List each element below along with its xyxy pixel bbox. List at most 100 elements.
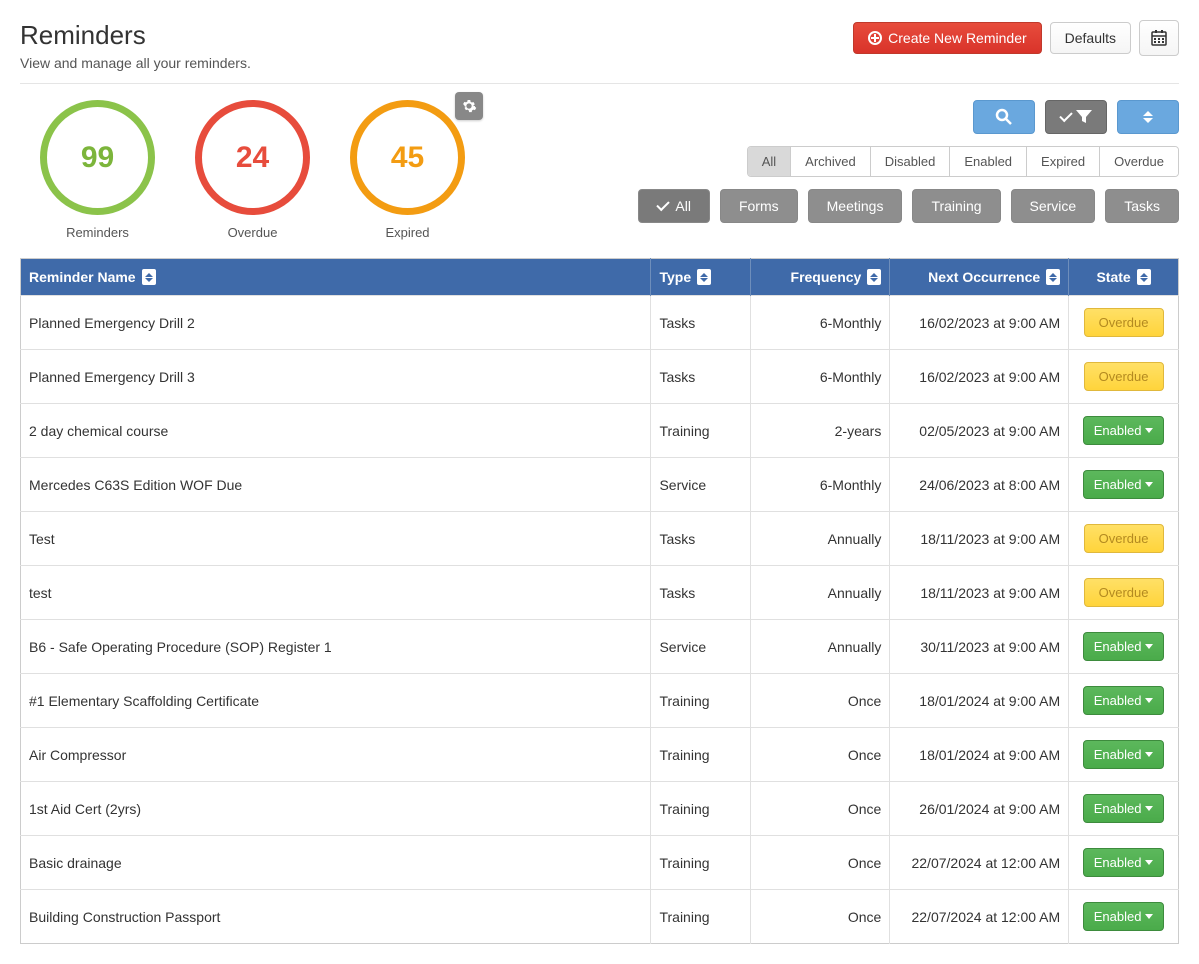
- sort-icon: [867, 269, 881, 285]
- create-reminder-button[interactable]: Create New Reminder: [853, 22, 1042, 54]
- table-row[interactable]: Mercedes C63S Edition WOF DueService6-Mo…: [21, 458, 1179, 512]
- cell-name: Basic drainage: [21, 836, 651, 890]
- col-header-type[interactable]: Type: [651, 259, 750, 296]
- type-filter-tasks[interactable]: Tasks: [1105, 189, 1179, 223]
- state-tab-overdue[interactable]: Overdue: [1099, 147, 1178, 176]
- plus-circle-icon: [868, 31, 882, 45]
- col-header-next[interactable]: Next Occurrence: [890, 259, 1069, 296]
- table-row[interactable]: Basic drainageTrainingOnce22/07/2024 at …: [21, 836, 1179, 890]
- check-icon: [657, 198, 670, 211]
- col-header-name[interactable]: Reminder Name: [21, 259, 651, 296]
- table-row[interactable]: Planned Emergency Drill 2Tasks6-Monthly1…: [21, 296, 1179, 350]
- cell-name: Building Construction Passport: [21, 890, 651, 944]
- cell-state: Enabled: [1069, 782, 1179, 836]
- table-row[interactable]: Air CompressorTrainingOnce18/01/2024 at …: [21, 728, 1179, 782]
- table-row[interactable]: Building Construction PassportTrainingOn…: [21, 890, 1179, 944]
- cell-name: Test: [21, 512, 651, 566]
- state-badge-enabled[interactable]: Enabled: [1083, 794, 1165, 823]
- page-title: Reminders: [20, 20, 251, 51]
- cell-name: #1 Elementary Scaffolding Certificate: [21, 674, 651, 728]
- type-filter-forms[interactable]: Forms: [720, 189, 798, 223]
- col-header-freq-label: Frequency: [791, 269, 862, 285]
- state-badge-overdue[interactable]: Overdue: [1084, 578, 1164, 607]
- cell-next-occurrence: 30/11/2023 at 9:00 AM: [890, 620, 1069, 674]
- col-header-type-label: Type: [659, 269, 691, 285]
- col-header-frequency[interactable]: Frequency: [750, 259, 889, 296]
- table-row[interactable]: B6 - Safe Operating Procedure (SOP) Regi…: [21, 620, 1179, 674]
- stat-ring: 99: [40, 100, 155, 215]
- state-badge-enabled[interactable]: Enabled: [1083, 902, 1165, 931]
- type-filter-training[interactable]: Training: [912, 189, 1000, 223]
- cell-name: 2 day chemical course: [21, 404, 651, 458]
- cell-frequency: 6-Monthly: [750, 458, 889, 512]
- state-tab-archived[interactable]: Archived: [790, 147, 870, 176]
- state-tab-enabled[interactable]: Enabled: [949, 147, 1026, 176]
- cell-type: Training: [651, 674, 750, 728]
- cell-next-occurrence: 24/06/2023 at 8:00 AM: [890, 458, 1069, 512]
- stat-value: 45: [391, 141, 424, 175]
- state-badge-enabled[interactable]: Enabled: [1083, 848, 1165, 877]
- badge-label: Enabled: [1094, 423, 1142, 438]
- cell-state: Overdue: [1069, 296, 1179, 350]
- sort-button[interactable]: [1117, 100, 1179, 134]
- col-header-state[interactable]: State: [1069, 259, 1179, 296]
- calendar-button[interactable]: [1139, 20, 1179, 56]
- state-tab-expired[interactable]: Expired: [1026, 147, 1099, 176]
- search-button[interactable]: [973, 100, 1035, 134]
- cell-name: Planned Emergency Drill 2: [21, 296, 651, 350]
- state-badge-overdue[interactable]: Overdue: [1084, 524, 1164, 553]
- col-header-next-label: Next Occurrence: [928, 269, 1040, 285]
- table-row[interactable]: testTasksAnnually18/11/2023 at 9:00 AMOv…: [21, 566, 1179, 620]
- cell-type: Tasks: [651, 512, 750, 566]
- stat-label: Expired: [385, 225, 429, 240]
- state-tab-disabled[interactable]: Disabled: [870, 147, 950, 176]
- state-badge-overdue[interactable]: Overdue: [1084, 362, 1164, 391]
- stat-ring: 45: [350, 100, 465, 215]
- table-row[interactable]: TestTasksAnnually18/11/2023 at 9:00 AMOv…: [21, 512, 1179, 566]
- state-badge-enabled[interactable]: Enabled: [1083, 740, 1165, 769]
- state-badge-enabled[interactable]: Enabled: [1083, 632, 1165, 661]
- cell-state: Overdue: [1069, 566, 1179, 620]
- state-badge-overdue[interactable]: Overdue: [1084, 308, 1164, 337]
- cell-frequency: 6-Monthly: [750, 296, 889, 350]
- badge-label: Enabled: [1094, 909, 1142, 924]
- badge-label: Enabled: [1094, 855, 1142, 870]
- cell-next-occurrence: 22/07/2024 at 12:00 AM: [890, 890, 1069, 944]
- filter-button[interactable]: [1045, 100, 1107, 134]
- stat-expired: 45 Expired: [350, 100, 465, 240]
- type-filter-service[interactable]: Service: [1011, 189, 1096, 223]
- stat-value: 99: [81, 141, 114, 175]
- cell-state: Enabled: [1069, 728, 1179, 782]
- sort-icon: [697, 269, 711, 285]
- stats-settings-button[interactable]: [455, 92, 483, 120]
- cell-frequency: Once: [750, 782, 889, 836]
- caret-down-icon: [1145, 914, 1153, 919]
- cell-name: Planned Emergency Drill 3: [21, 350, 651, 404]
- state-badge-enabled[interactable]: Enabled: [1083, 416, 1165, 445]
- table-row[interactable]: 1st Aid Cert (2yrs)TrainingOnce26/01/202…: [21, 782, 1179, 836]
- cell-type: Service: [651, 620, 750, 674]
- stat-ring: 24: [195, 100, 310, 215]
- defaults-button[interactable]: Defaults: [1050, 22, 1131, 54]
- state-badge-enabled[interactable]: Enabled: [1083, 470, 1165, 499]
- col-header-state-label: State: [1096, 269, 1130, 285]
- check-icon: [1059, 109, 1072, 122]
- cell-frequency: Annually: [750, 512, 889, 566]
- caret-down-icon: [1145, 860, 1153, 865]
- cell-type: Tasks: [651, 350, 750, 404]
- reminders-table: Reminder Name Type Frequency Next Occurr…: [20, 258, 1179, 944]
- state-badge-enabled[interactable]: Enabled: [1083, 686, 1165, 715]
- type-filter-meetings[interactable]: Meetings: [808, 189, 903, 223]
- search-icon: [995, 108, 1013, 126]
- table-row[interactable]: Planned Emergency Drill 3Tasks6-Monthly1…: [21, 350, 1179, 404]
- state-tab-all[interactable]: All: [748, 147, 790, 176]
- caret-down-icon: [1145, 698, 1153, 703]
- cell-frequency: Once: [750, 836, 889, 890]
- cell-next-occurrence: 16/02/2023 at 9:00 AM: [890, 350, 1069, 404]
- cell-frequency: Once: [750, 890, 889, 944]
- table-row[interactable]: #1 Elementary Scaffolding CertificateTra…: [21, 674, 1179, 728]
- type-filter-all[interactable]: All: [638, 189, 710, 223]
- caret-down-icon: [1145, 428, 1153, 433]
- table-row[interactable]: 2 day chemical courseTraining2-years02/0…: [21, 404, 1179, 458]
- caret-down-icon: [1145, 482, 1153, 487]
